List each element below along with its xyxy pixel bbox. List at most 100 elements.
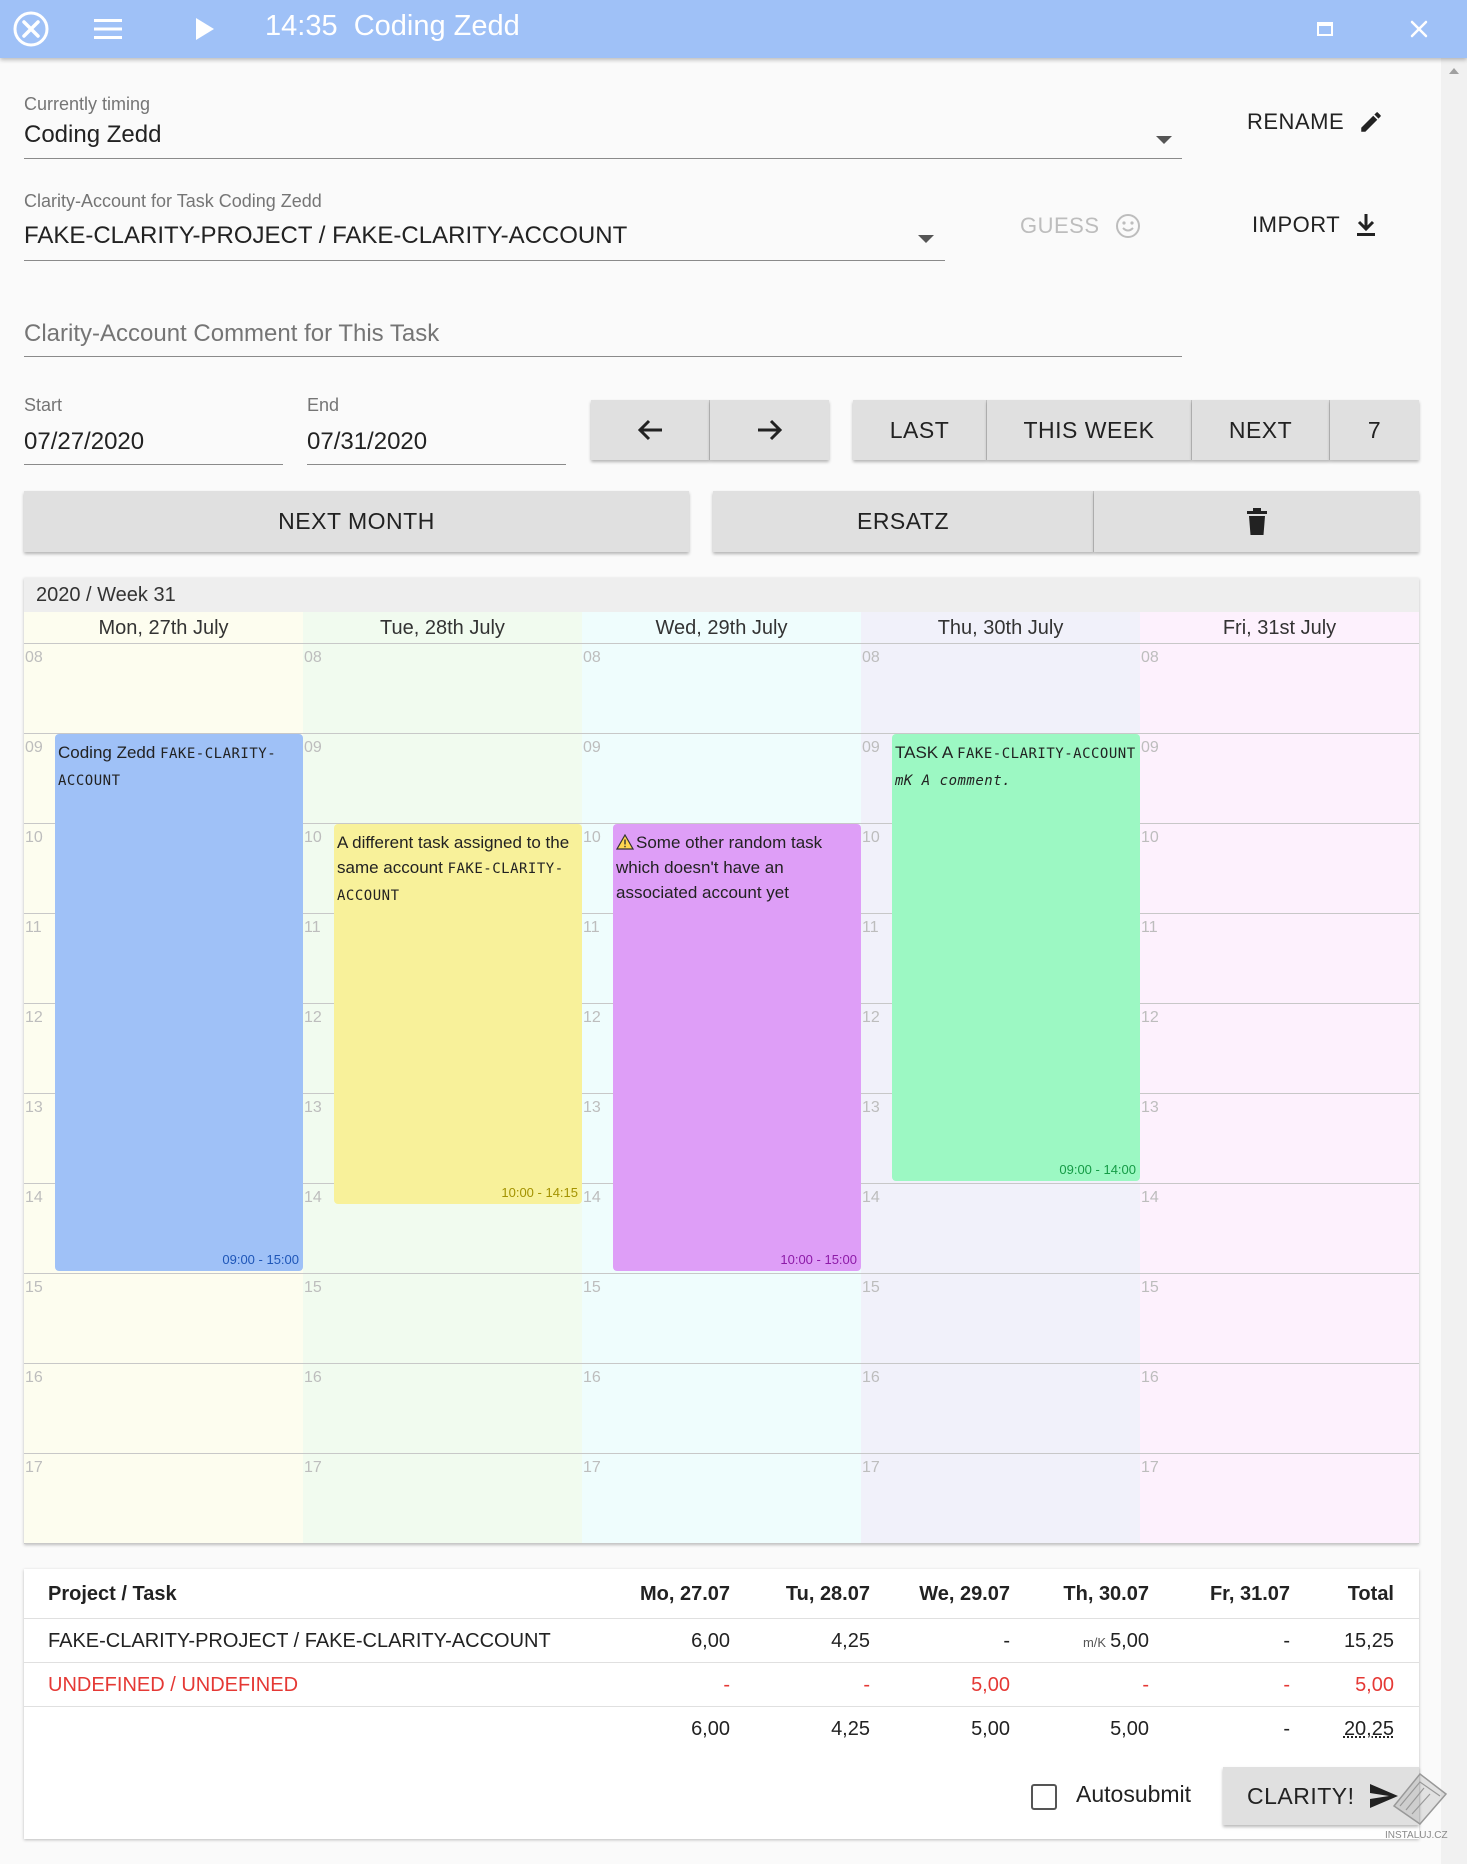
- chevron-down-icon[interactable]: [918, 235, 934, 243]
- import-label: IMPORT: [1252, 212, 1341, 237]
- column-header: Mo, 27.07: [639, 1583, 730, 1605]
- timing-select[interactable]: Coding Zedd: [24, 121, 161, 149]
- end-label: End: [307, 395, 340, 415]
- total-value: 20,25: [1343, 1718, 1394, 1740]
- calendar-title: 2020 / Week 31: [36, 584, 176, 606]
- comment-input[interactable]: Clarity-Account Comment for This Task: [24, 320, 439, 348]
- hour-label: 13: [583, 1099, 601, 1116]
- hour-label: 10: [304, 829, 322, 846]
- hour-label: 15: [304, 1279, 322, 1296]
- day-header: Tue, 28th July: [380, 617, 505, 639]
- arrow-left-icon: [637, 419, 662, 441]
- guess-button[interactable]: GUESS: [1020, 212, 1142, 240]
- hour-label: 15: [1141, 1279, 1159, 1296]
- hour-label: 08: [25, 649, 43, 666]
- hour-label: 17: [25, 1459, 43, 1476]
- calendar-event[interactable]: TASK A FAKE-CLARITY-ACCOUNT mK A comment…: [892, 734, 1140, 1181]
- calendar-header: 2020 / Week 31: [24, 578, 1419, 612]
- column-header: We, 29.07: [919, 1583, 1010, 1605]
- close-icon[interactable]: [1404, 0, 1434, 58]
- hour-label: 16: [583, 1369, 601, 1386]
- download-icon: [1357, 214, 1376, 236]
- arrow-right-icon: [757, 419, 782, 441]
- event-time: 10:00 - 14:15: [501, 1184, 578, 1200]
- next-month-button[interactable]: NEXT MONTH: [24, 491, 689, 552]
- day-header: Thu, 30th July: [937, 617, 1064, 639]
- calendar-event[interactable]: A different task assigned to the same ac…: [334, 824, 582, 1204]
- play-icon[interactable]: [190, 0, 220, 58]
- column-header: Tu, 28.07: [785, 1583, 870, 1605]
- last-week-button[interactable]: LAST: [853, 400, 987, 460]
- hour-label: 15: [25, 1279, 43, 1296]
- hour-label: 17: [304, 1459, 322, 1476]
- row-note: m/K: [1082, 1635, 1107, 1650]
- row-value: 5,00: [1264, 1663, 1394, 1707]
- scrollbar[interactable]: [1441, 58, 1467, 1864]
- close-circle-icon[interactable]: [8, 0, 54, 58]
- calendar-event[interactable]: Some other random task which doesn't hav…: [613, 824, 861, 1271]
- ersatz-button[interactable]: ERSATZ: [713, 491, 1094, 552]
- hour-label: 13: [862, 1099, 880, 1116]
- trash-icon: [1246, 507, 1267, 535]
- row-value-text: -: [723, 1674, 730, 1696]
- pencil-icon: [1361, 112, 1381, 132]
- calendar-event[interactable]: Coding Zedd FAKE-CLARITY-ACCOUNT 09:00 - …: [55, 734, 303, 1271]
- account-select[interactable]: FAKE-CLARITY-PROJECT / FAKE-CLARITY-ACCO…: [24, 222, 627, 250]
- total-value: 6,00: [691, 1718, 730, 1740]
- title-bar: 14:35 Coding Zedd: [0, 0, 1467, 58]
- chevron-down-icon[interactable]: [1156, 136, 1172, 144]
- day-column[interactable]: Fri, 31st July: [1140, 612, 1419, 1544]
- end-date-input[interactable]: 07/31/2020: [307, 428, 427, 456]
- hour-label: 10: [862, 829, 880, 846]
- hour-label: 09: [862, 739, 880, 756]
- event-time: 09:00 - 15:00: [222, 1252, 299, 1267]
- account-label: Clarity-Account for Task Coding Zedd: [24, 191, 322, 211]
- hour-label: 16: [1141, 1369, 1159, 1386]
- event-comment: mK A comment.: [895, 773, 1012, 789]
- summary-table: Autosubmit CLARITY! Project / Task Mo, 27…: [24, 1569, 1419, 1839]
- hour-label: 11: [304, 919, 321, 936]
- row-value-text: 4,25: [831, 1630, 870, 1652]
- hour-gridline: [24, 1273, 1419, 1274]
- hour-label: 12: [862, 1009, 880, 1026]
- day-header: Fri, 31st July: [1222, 617, 1337, 639]
- hour-label: 10: [1141, 829, 1159, 846]
- hour-gridline: [24, 1363, 1419, 1364]
- hour-label: 14: [1141, 1189, 1159, 1206]
- previous-button[interactable]: [591, 400, 710, 460]
- row-value: m/K 5,00: [1019, 1619, 1149, 1663]
- scroll-up-arrow-icon[interactable]: [1449, 68, 1459, 74]
- row-value: -: [880, 1619, 1010, 1663]
- next-week-button[interactable]: NEXT: [1192, 400, 1330, 460]
- week-calendar: 2020 / Week 31 Mon, 27th July Tue, 28th J…: [24, 578, 1419, 1544]
- hour-label: 11: [1141, 919, 1158, 936]
- delete-button[interactable]: [1094, 491, 1419, 552]
- hour-label: 12: [583, 1009, 601, 1026]
- import-button[interactable]: IMPORT: [1252, 212, 1378, 238]
- row-value-text: 6,00: [691, 1630, 730, 1652]
- maximize-icon[interactable]: [1310, 0, 1340, 58]
- row-value: 4,25: [740, 1619, 870, 1663]
- row-value: -: [1019, 1663, 1149, 1707]
- menu-icon[interactable]: [88, 0, 128, 58]
- hour-label: 08: [1141, 649, 1159, 666]
- hour-label: 09: [1141, 739, 1159, 756]
- total-value: 4,25: [831, 1718, 870, 1740]
- hour-label: 15: [583, 1279, 601, 1296]
- timer-clock: 14:35: [265, 10, 338, 42]
- days-button[interactable]: 7: [1330, 400, 1419, 460]
- row-value-text: 5,00: [1110, 1630, 1149, 1652]
- this-week-button[interactable]: THIS WEEK: [987, 400, 1192, 460]
- hour-label: 17: [1141, 1459, 1159, 1476]
- hour-label: 11: [862, 919, 879, 936]
- rename-button[interactable]: RENAME: [1247, 109, 1384, 135]
- day-header: Wed, 29th July: [655, 617, 788, 639]
- hour-label: 08: [862, 649, 880, 666]
- autosubmit-checkbox[interactable]: [1031, 1784, 1057, 1810]
- forward-button[interactable]: [710, 400, 829, 460]
- rename-label: RENAME: [1247, 109, 1345, 134]
- hour-label: 10: [583, 829, 601, 846]
- event-label: TASK A FAKE-CLARITY-ACCOUNT mK A comment…: [895, 740, 1136, 794]
- watermark-text: INSTALUJ.CZ: [1385, 1830, 1448, 1841]
- start-date-input[interactable]: 07/27/2020: [24, 428, 144, 456]
